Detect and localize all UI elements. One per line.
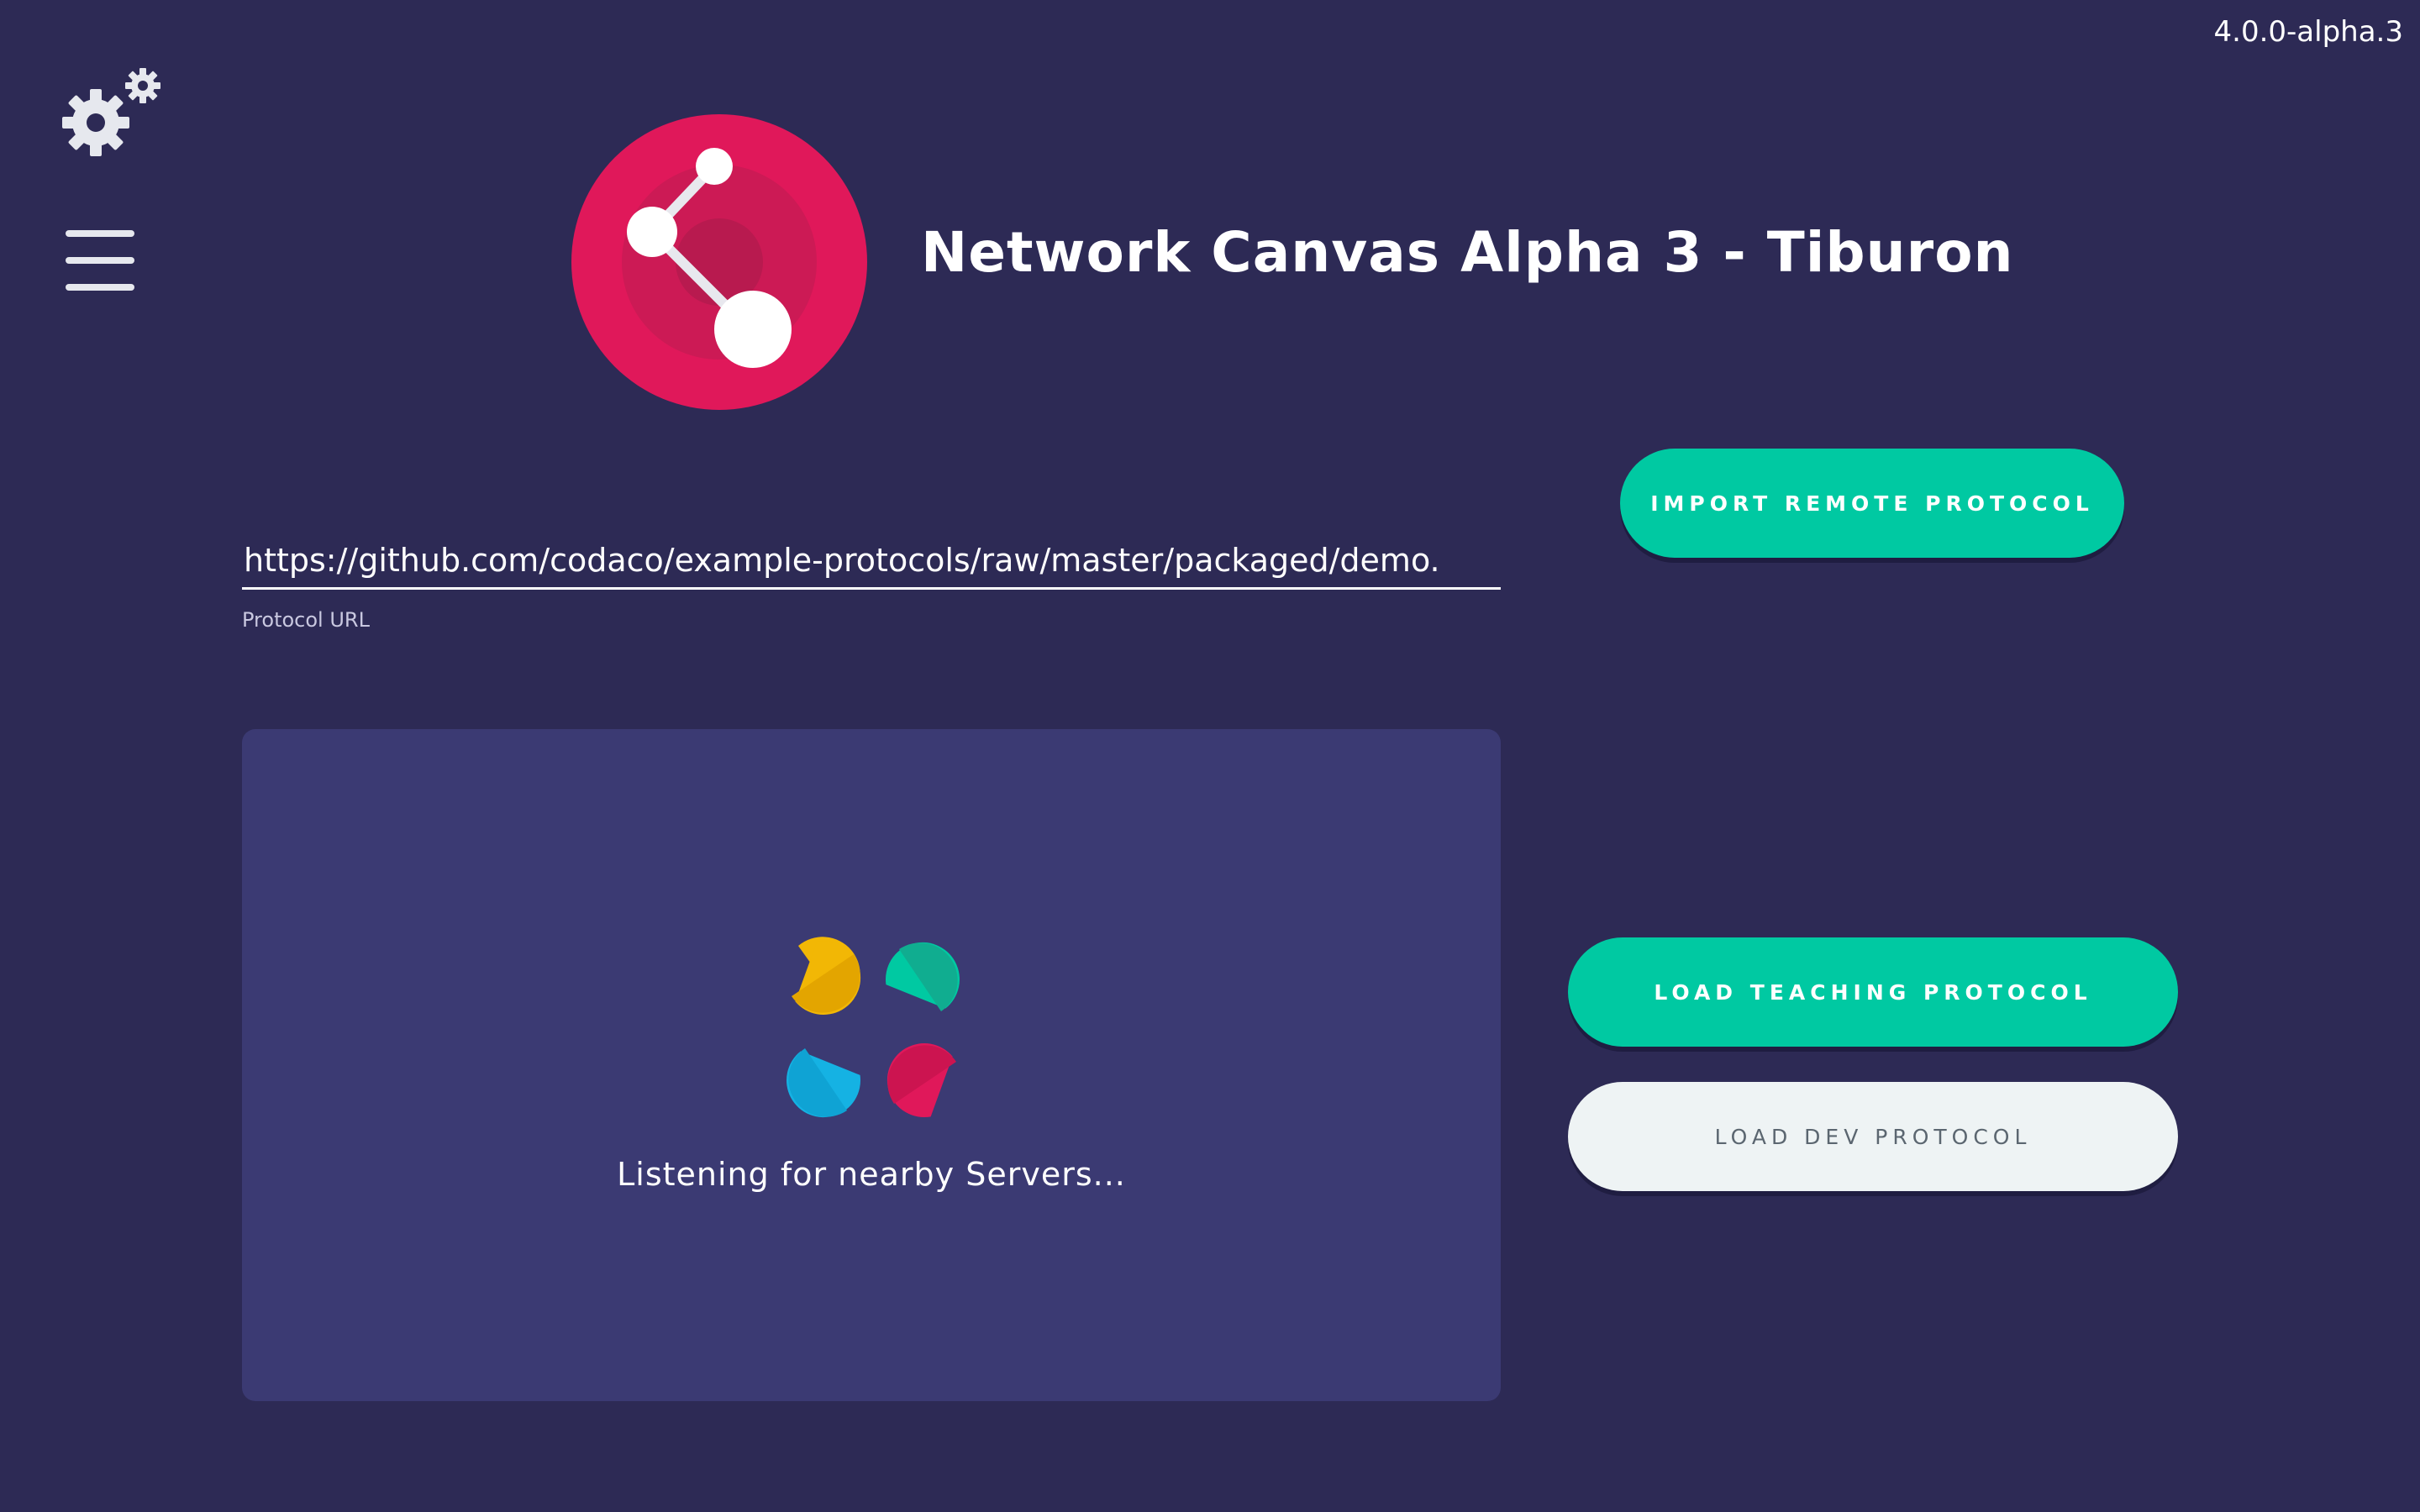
import-remote-protocol-button[interactable]: Import remote protocol	[1620, 449, 2124, 558]
gears-icon[interactable]	[62, 66, 166, 160]
load-teaching-protocol-button[interactable]: Load teaching protocol	[1568, 937, 2178, 1047]
app-title: Network Canvas Alpha 3 - Tiburon	[921, 220, 2014, 285]
version-label: 4.0.0-alpha.3	[2213, 15, 2403, 49]
server-discovery-panel: Listening for nearby Servers...	[242, 729, 1501, 1401]
load-dev-protocol-button[interactable]: Load dev protocol	[1568, 1082, 2178, 1191]
protocol-url-field: Protocol URL	[242, 536, 1501, 632]
hamburger-menu-icon[interactable]	[66, 227, 136, 294]
server-search-spinner-icon	[763, 919, 985, 1141]
listening-status: Listening for nearby Servers...	[617, 1156, 1126, 1193]
protocol-url-input[interactable]	[242, 536, 1501, 590]
network-canvas-logo	[571, 114, 867, 410]
protocol-url-label: Protocol URL	[242, 608, 370, 632]
app-window: 4.0.0-alpha.3 Network Canvas Alpha 3 - T…	[0, 0, 2420, 1512]
